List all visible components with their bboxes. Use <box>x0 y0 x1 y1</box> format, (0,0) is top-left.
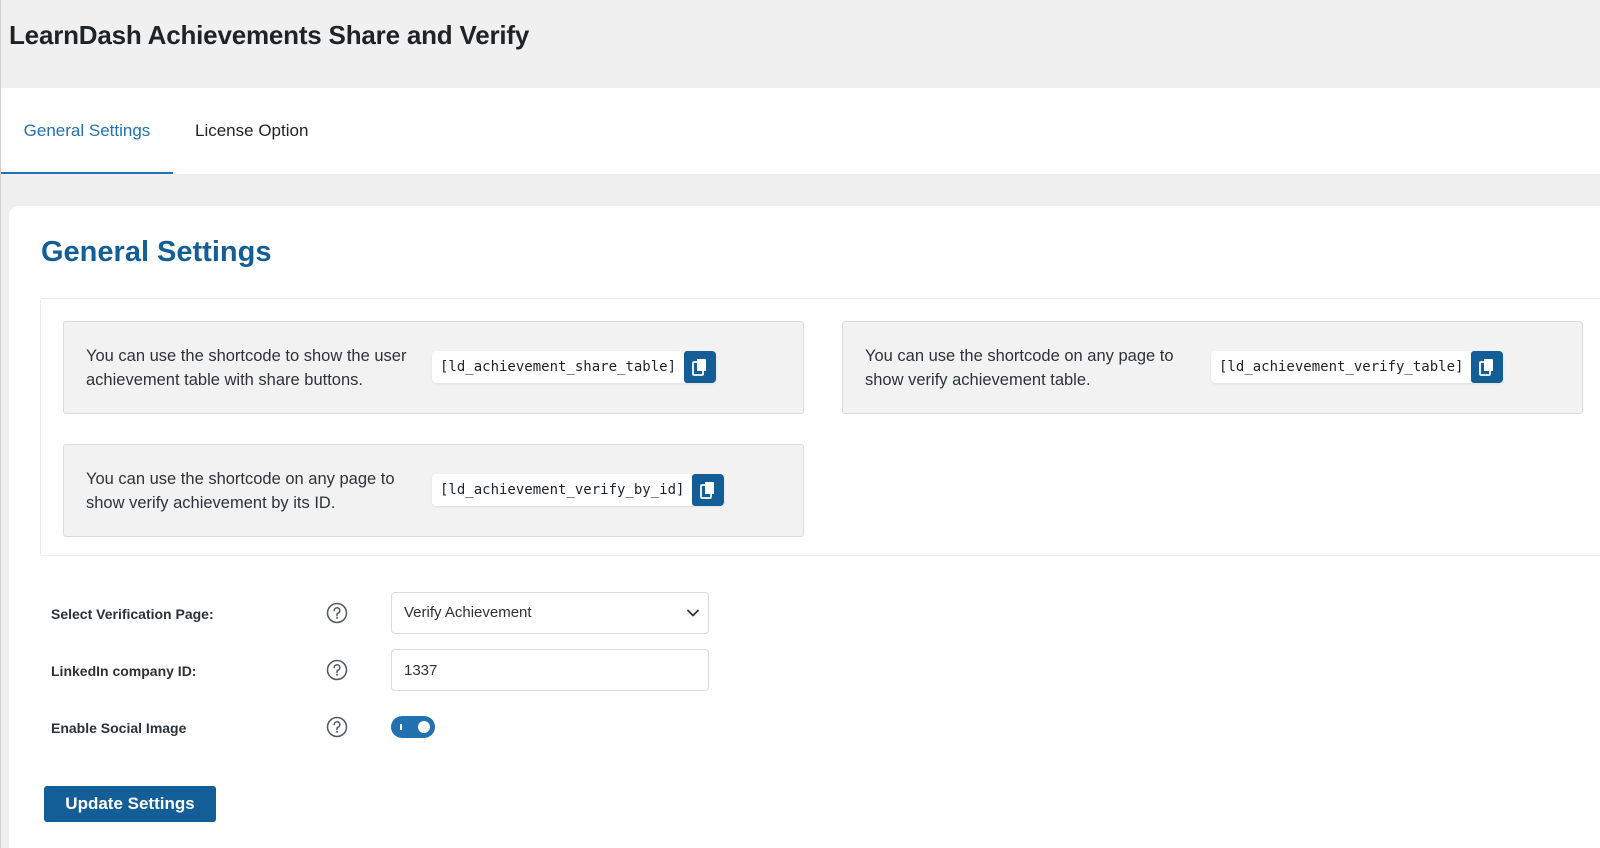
shortcode-text[interactable]: [ld_achievement_share_table] <box>432 359 684 375</box>
section-title: General Settings <box>41 236 272 268</box>
shortcode-description: You can use the shortcode to show the us… <box>86 347 407 389</box>
settings-page: LearnDash Achievements Share and Verify … <box>0 0 1600 848</box>
shortcode-description: You can use the shortcode on any page to… <box>86 470 395 512</box>
shortcode-box: [ld_achievement_verify_table] <box>1211 351 1504 383</box>
shortcode-card-verify-table: You can use the shortcode on any page to… <box>842 321 1583 414</box>
shortcode-box: [ld_achievement_verify_by_id] <box>432 474 725 506</box>
shortcode-text[interactable]: [ld_achievement_verify_table] <box>1211 359 1471 375</box>
social-image-label: Enable Social Image <box>51 720 187 736</box>
chevron-down-icon <box>687 609 699 617</box>
page-title: LearnDash Achievements Share and Verify <box>9 20 530 50</box>
shortcode-text[interactable]: [ld_achievement_verify_by_id] <box>432 482 692 498</box>
verification-page-row: Select Verification Page: Verify Achieve… <box>51 592 751 648</box>
social-image-toggle[interactable] <box>391 716 435 738</box>
copy-icon <box>1479 359 1494 376</box>
copy-shortcode-button[interactable] <box>692 474 725 506</box>
linkedin-id-label: LinkedIn company ID: <box>51 663 197 679</box>
tab-license-option[interactable]: License Option <box>195 88 308 174</box>
shortcode-card-share-table: You can use the shortcode to show the us… <box>63 321 804 414</box>
verification-page-select[interactable]: Verify Achievement <box>391 592 709 634</box>
linkedin-id-row: LinkedIn company ID: <box>51 649 751 705</box>
toggle-knob <box>418 721 430 733</box>
tab-bar: General Settings License Option <box>1 88 1600 174</box>
verification-page-label: Select Verification Page: <box>51 606 214 622</box>
social-image-row: Enable Social Image <box>51 716 751 762</box>
shortcode-box: [ld_achievement_share_table] <box>432 351 717 383</box>
tab-general-settings[interactable]: General Settings <box>1 88 173 174</box>
copy-shortcode-button[interactable] <box>684 351 717 383</box>
copy-shortcode-button[interactable] <box>1471 351 1504 383</box>
help-icon[interactable] <box>326 659 348 681</box>
shortcode-card-verify-by-id: You can use the shortcode on any page to… <box>63 444 804 537</box>
help-icon[interactable] <box>326 716 348 738</box>
toggle-on-mark <box>400 724 402 730</box>
settings-panel: General Settings You can use the shortco… <box>9 206 1600 848</box>
copy-icon <box>700 482 715 499</box>
verification-page-value: Verify Achievement <box>404 604 532 621</box>
shortcode-list: You can use the shortcode to show the us… <box>40 298 1600 556</box>
copy-icon <box>692 359 707 376</box>
shortcode-description: You can use the shortcode on any page to… <box>865 347 1174 389</box>
update-settings-button[interactable]: Update Settings <box>44 786 216 822</box>
linkedin-id-input[interactable] <box>391 649 709 691</box>
help-icon[interactable] <box>326 602 348 624</box>
